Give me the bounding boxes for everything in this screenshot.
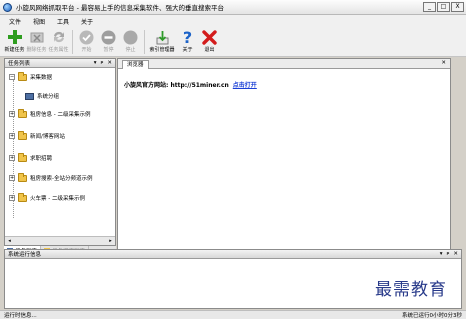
new-task-label: 新建任务 [4, 47, 25, 53]
exit-button[interactable]: 退出 [199, 27, 220, 56]
tree-item[interactable]: + 租房信息 - 二级采集示例 [9, 108, 90, 119]
horizontal-scrollbar[interactable]: ◂ ▸ [5, 236, 115, 245]
folder-open-icon [18, 71, 27, 81]
computer-icon [25, 92, 34, 100]
tree-item[interactable]: + 租房搜索-全站分频道示例 [9, 172, 93, 183]
properties-arrows-icon [50, 28, 68, 46]
task-panel-header: 任务列表 ▾ ᴘ ✕ [5, 59, 115, 68]
menu-about[interactable]: 关于 [75, 17, 99, 26]
tab-browser[interactable]: 浏览器 [122, 60, 149, 69]
question-mark-icon: ? [179, 28, 197, 46]
watermark-text: 最需教育 [375, 280, 447, 300]
expand-icon[interactable]: + [9, 133, 15, 139]
expand-icon[interactable]: + [9, 175, 15, 181]
toolbar: 新建任务 删除任务 任务属性 开始 暂停 停止 索引管理器 ? 关于 退出 [0, 27, 466, 57]
maximize-button[interactable]: □ [437, 2, 450, 12]
svg-text:?: ? [183, 29, 192, 45]
plus-icon [6, 28, 24, 46]
collapse-icon[interactable]: − [9, 74, 15, 80]
start-label: 开始 [81, 47, 92, 53]
task-properties-label: 任务属性 [48, 47, 69, 53]
exit-x-icon [201, 28, 219, 46]
scroll-left-icon[interactable]: ◂ [6, 238, 13, 244]
start-check-icon [78, 28, 96, 46]
delete-x-icon [28, 28, 46, 46]
tree-item[interactable]: + 求职招聘 [9, 152, 52, 163]
panel-pin-icon[interactable]: ᴘ [447, 251, 450, 257]
folder-icon [18, 172, 27, 182]
tree-item[interactable]: 系统分组 [25, 91, 59, 101]
index-manager-button[interactable]: 索引管理器 [148, 27, 176, 56]
panel-pin-icon[interactable]: ᴘ [101, 60, 104, 66]
task-list-panel: 任务列表 ▾ ᴘ ✕ − 采集数据 系统分组 + 租房信息 - 二级采集示例 +… [4, 58, 116, 246]
delete-task-label: 删除任务 [26, 47, 47, 53]
status-left: 运行时信息... [4, 313, 37, 319]
panel-close-icon[interactable]: ✕ [107, 60, 112, 66]
pause-button[interactable]: 暂停 [98, 27, 119, 56]
scroll-right-icon[interactable]: ▸ [107, 238, 114, 244]
about-button[interactable]: ? 关于 [177, 27, 198, 56]
browser-close-icon[interactable]: ✕ [441, 60, 446, 66]
browser-panel: 浏览器 ✕ 小旋风官方网站: http://51miner.cn 点击打开 [117, 58, 451, 255]
status-uptime: 系统已运行0小时0分3秒 [402, 313, 462, 319]
stop-icon [122, 28, 140, 46]
pause-label: 暂停 [103, 47, 114, 53]
start-button[interactable]: 开始 [76, 27, 97, 56]
stop-button[interactable]: 停止 [120, 27, 141, 56]
exit-label: 退出 [204, 47, 215, 53]
tree-root-label: 采集数据 [30, 75, 53, 81]
folder-icon [18, 108, 27, 118]
task-properties-button[interactable]: 任务属性 [48, 27, 69, 56]
index-manager-label: 索引管理器 [149, 47, 175, 53]
app-logo-icon [3, 2, 12, 12]
folder-icon [18, 152, 27, 162]
minimize-button[interactable]: _ [423, 2, 436, 12]
browser-tab-bar: 浏览器 ✕ [118, 59, 450, 69]
close-button[interactable]: X [451, 2, 464, 12]
toolbar-separator [72, 30, 73, 54]
system-log-panel: 系统运行信息 ▾ ᴘ ✕ 最需教育 [4, 249, 462, 309]
pause-icon [100, 28, 118, 46]
panel-dropdown-icon[interactable]: ▾ [94, 60, 97, 66]
status-bar: 运行时信息... 系统已运行0小时0分3秒 [0, 310, 466, 319]
log-panel-header: 系统运行信息 ▾ ᴘ ✕ [5, 250, 461, 259]
tree-root[interactable]: − 采集数据 [9, 71, 53, 82]
new-task-button[interactable]: 新建任务 [4, 27, 25, 56]
expand-icon[interactable]: + [9, 195, 15, 201]
panel-close-icon[interactable]: ✕ [453, 251, 458, 257]
menu-file[interactable]: 文件 [0, 17, 27, 26]
official-site-line: 小旋风官方网站: http://51miner.cn 点击打开 [124, 80, 257, 89]
open-site-link[interactable]: 点击打开 [233, 82, 257, 89]
folder-icon [18, 130, 27, 140]
tree-item[interactable]: + 新闻/博客网站 [9, 130, 65, 141]
menu-tools[interactable]: 工具 [51, 17, 75, 26]
stop-label: 停止 [125, 47, 136, 53]
tree-item[interactable]: + 火车票 - 二级采集示例 [9, 192, 85, 203]
toolbar-separator [144, 30, 145, 54]
title-bar: 小旋风网络抓取平台 - 最容易上手的信息采集软件、强大的垂直搜索平台 _ □ X [0, 0, 466, 15]
window-controls: _ □ X [423, 2, 464, 12]
folder-icon [18, 192, 27, 202]
panel-dropdown-icon[interactable]: ▾ [440, 251, 443, 257]
menu-bar: 文件 视图 工具 关于 [0, 15, 466, 27]
expand-icon[interactable]: + [9, 111, 15, 117]
task-panel-title: 任务列表 [8, 61, 31, 67]
download-arrow-icon [153, 28, 171, 46]
official-site-text: 小旋风官方网站: http://51miner.cn [124, 82, 229, 89]
delete-task-button[interactable]: 删除任务 [26, 27, 47, 56]
menu-view[interactable]: 视图 [27, 17, 51, 26]
log-panel-title: 系统运行信息 [8, 252, 42, 258]
about-label: 关于 [182, 47, 193, 53]
window-title: 小旋风网络抓取平台 - 最容易上手的信息采集软件、强大的垂直搜索平台 [16, 4, 224, 12]
task-tree: − 采集数据 系统分组 + 租房信息 - 二级采集示例 + 新闻/博客网站 + … [5, 69, 115, 235]
expand-icon[interactable]: + [9, 155, 15, 161]
